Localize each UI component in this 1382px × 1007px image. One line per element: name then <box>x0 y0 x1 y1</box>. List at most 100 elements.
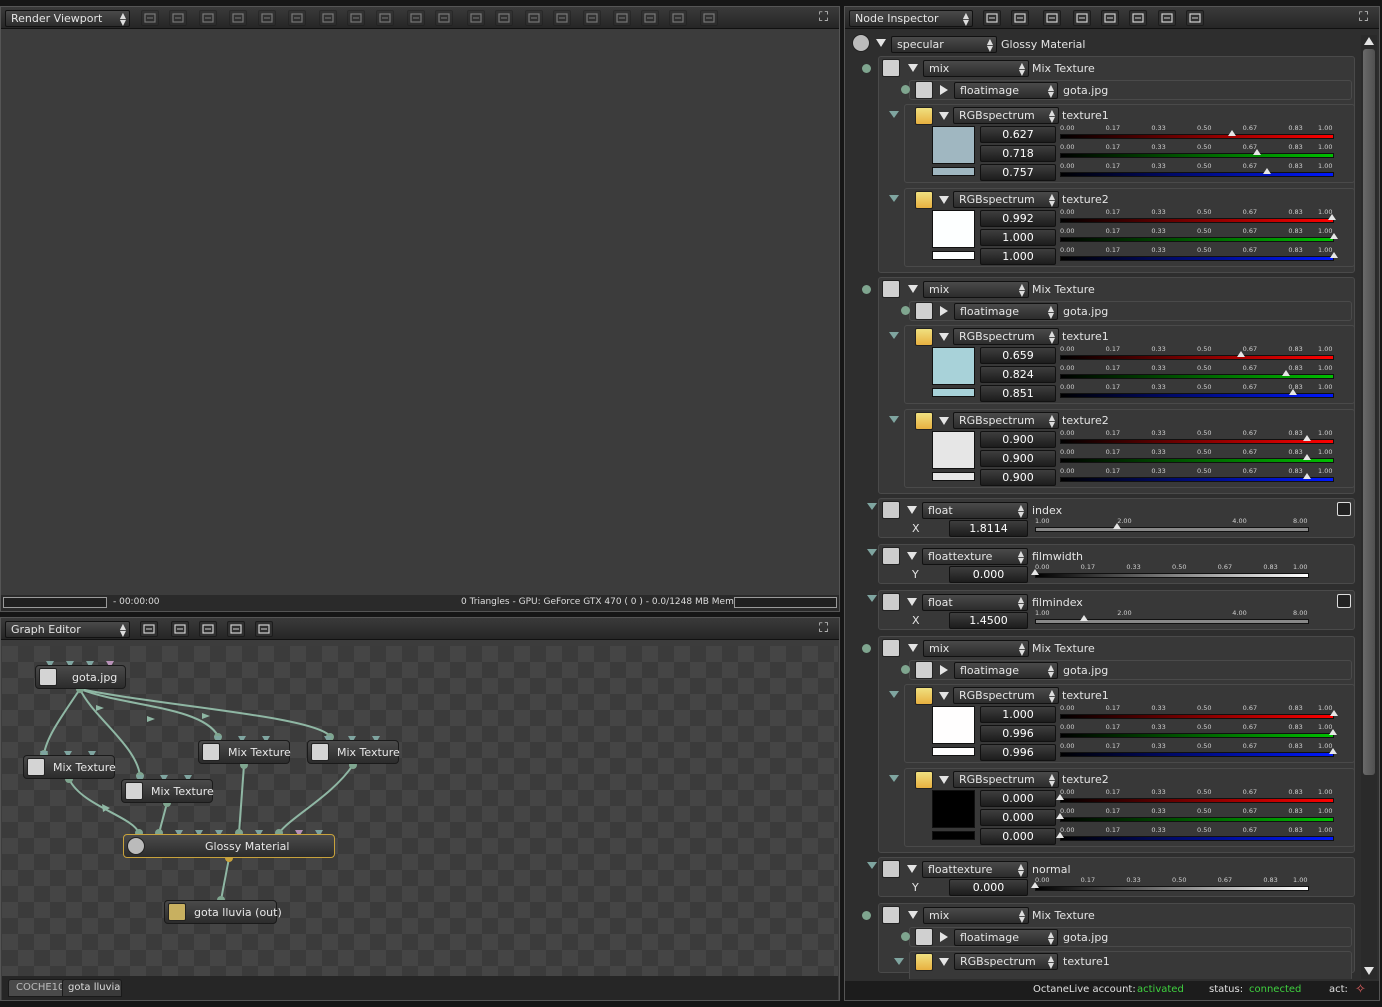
tab-gota-lluvia[interactable]: gota lluvia <box>62 979 122 997</box>
expand-triangle-icon[interactable] <box>939 958 949 966</box>
slider-handle[interactable] <box>1302 473 1311 479</box>
channel-slider[interactable]: 0.00 0.17 0.33 0.50 0.67 0.83 1.00 <box>1060 448 1334 467</box>
slider-handle[interactable] <box>1302 435 1311 441</box>
image-type-dropdown[interactable]: floatimage ▲ ▼ <box>954 662 1058 679</box>
slider-handle[interactable] <box>1056 813 1064 819</box>
texture-type-dropdown[interactable]: RGBspectrum ▲ ▼ <box>953 687 1059 704</box>
socket-dot[interactable] <box>901 665 910 674</box>
param-type-dropdown[interactable]: float ▲ ▼ <box>922 502 1028 519</box>
color-swatch[interactable] <box>932 126 975 164</box>
socket-dot[interactable] <box>862 64 871 73</box>
expand-triangle-icon[interactable] <box>876 39 886 47</box>
graph-node-mix-texture[interactable]: Mix Texture <box>121 779 214 803</box>
slider-handle[interactable] <box>1302 454 1311 460</box>
toolbar-button-icon[interactable] <box>467 10 485 26</box>
expand-triangle-icon[interactable] <box>939 333 949 341</box>
channel-slider[interactable]: 0.00 0.17 0.33 0.50 0.67 0.83 1.00 <box>1056 807 1334 826</box>
toolbar-button-icon[interactable] <box>171 621 189 637</box>
channel-slider[interactable]: 0.00 0.17 0.33 0.50 0.67 0.83 1.00 <box>1060 162 1334 181</box>
graph-node-mix-texture[interactable]: Mix Texture <box>307 740 400 764</box>
toolbar-button-icon[interactable] <box>1011 10 1029 26</box>
graph-editor-dropdown[interactable]: Graph Editor ▲ ▼ <box>5 621 130 638</box>
collapse-arrow-icon[interactable] <box>867 549 877 556</box>
socket-dot[interactable] <box>862 285 871 294</box>
channel-value-field[interactable]: 0.757 <box>980 164 1056 181</box>
toolbar-button-icon[interactable] <box>435 10 453 26</box>
toolbar-button-icon[interactable] <box>553 10 571 26</box>
inspector-scrollbar[interactable] <box>1361 35 1377 979</box>
toolbar-button-icon[interactable] <box>495 10 513 26</box>
node-inspector-dropdown[interactable]: Node Inspector ▲ ▼ <box>849 10 973 27</box>
param-value-field[interactable]: 1.8114 <box>949 520 1028 537</box>
collapse-arrow-icon[interactable] <box>867 595 877 602</box>
texture-type-dropdown[interactable]: RGBspectrum ▲ ▼ <box>953 191 1059 208</box>
slider-handle[interactable] <box>1227 130 1236 136</box>
channel-value-field[interactable]: 0.824 <box>980 366 1056 383</box>
channel-value-field[interactable]: 0.900 <box>980 450 1056 467</box>
toolbar-button-icon[interactable] <box>583 10 601 26</box>
expand-triangle-icon[interactable] <box>907 506 917 514</box>
slider-handle[interactable] <box>1031 569 1039 575</box>
graph-node-glossy-material[interactable]: Glossy Material <box>123 834 335 858</box>
collapse-arrow-icon[interactable] <box>889 332 899 339</box>
collapse-arrow-icon[interactable] <box>889 111 899 118</box>
slider-handle[interactable] <box>1330 252 1338 258</box>
color-swatch[interactable] <box>932 706 975 744</box>
param-slider[interactable]: 1.00 2.00 4.00 8.00 <box>1035 517 1309 536</box>
fullscreen-icon[interactable]: ⛶ <box>819 11 833 26</box>
fullscreen-icon[interactable]: ⛶ <box>819 622 833 637</box>
curve-icon[interactable] <box>1337 502 1351 516</box>
channel-value-field[interactable]: 1.000 <box>980 248 1056 265</box>
channel-slider[interactable]: 0.00 0.17 0.33 0.50 0.67 0.83 1.00 <box>1060 143 1334 162</box>
toolbar-button-icon[interactable] <box>669 10 687 26</box>
expand-triangle-icon[interactable] <box>908 644 918 652</box>
scrollbar-thumb[interactable] <box>1363 49 1375 775</box>
toolbar-button-icon[interactable] <box>983 10 1001 26</box>
channel-slider[interactable]: 0.00 0.17 0.33 0.50 0.67 0.83 1.00 <box>1056 826 1334 845</box>
scroll-up-icon[interactable] <box>1364 37 1374 45</box>
collapse-triangle-icon[interactable] <box>940 306 948 316</box>
slider-handle[interactable] <box>1330 710 1338 716</box>
graph-node-output[interactable]: gota lluvia (out) <box>164 900 282 924</box>
expand-triangle-icon[interactable] <box>908 64 918 72</box>
channel-slider[interactable]: 0.00 0.17 0.33 0.50 0.67 0.83 1.00 <box>1060 124 1334 143</box>
param-type-dropdown[interactable]: floattexture ▲ ▼ <box>922 861 1028 878</box>
expand-triangle-icon[interactable] <box>908 911 918 919</box>
channel-slider[interactable]: 0.00 0.17 0.33 0.50 0.67 0.83 1.00 <box>1056 788 1334 807</box>
channel-value-field[interactable]: 0.996 <box>980 744 1056 761</box>
channel-value-field[interactable]: 1.000 <box>980 229 1056 246</box>
socket-dot[interactable] <box>901 85 910 94</box>
param-slider[interactable]: 1.00 2.00 4.00 8.00 <box>1035 609 1309 628</box>
graph-node-mix-texture[interactable]: Mix Texture <box>23 755 116 779</box>
node-type-dropdown[interactable]: mix ▲ ▼ <box>923 60 1029 77</box>
collapse-arrow-icon[interactable] <box>889 775 899 782</box>
toolbar-button-icon[interactable] <box>258 10 276 26</box>
toolbar-button-icon[interactable] <box>1158 10 1176 26</box>
channel-value-field[interactable]: 0.718 <box>980 145 1056 162</box>
socket-dot[interactable] <box>862 911 871 920</box>
render-viewport-dropdown[interactable]: Render Viewport ▲ ▼ <box>5 10 130 27</box>
slider-handle[interactable] <box>1289 389 1298 395</box>
node-type-dropdown[interactable]: mix ▲ ▼ <box>923 281 1029 298</box>
toolbar-button-icon[interactable] <box>1073 10 1091 26</box>
channel-slider[interactable]: 0.00 0.17 0.33 0.50 0.67 0.83 1.00 <box>1060 246 1338 265</box>
param-value-field[interactable]: 1.4500 <box>949 612 1028 629</box>
graph-node-mix-texture[interactable]: Mix Texture <box>198 740 291 764</box>
toolbar-button-icon[interactable] <box>199 10 217 26</box>
slider-handle[interactable] <box>1327 214 1336 220</box>
toolbar-button-icon[interactable] <box>1101 10 1119 26</box>
texture-type-dropdown[interactable]: RGBspectrum ▲ ▼ <box>953 771 1059 788</box>
expand-triangle-icon[interactable] <box>939 417 949 425</box>
slider-handle[interactable] <box>1236 351 1245 357</box>
channel-slider[interactable]: 0.00 0.17 0.33 0.50 0.67 0.83 1.00 <box>1060 723 1337 742</box>
collapse-arrow-icon[interactable] <box>889 691 899 698</box>
slider-handle[interactable] <box>1281 370 1290 376</box>
texture-type-dropdown[interactable]: RGBspectrum ▲ ▼ <box>953 328 1059 345</box>
slider-handle[interactable] <box>1328 729 1337 735</box>
color-swatch[interactable] <box>932 790 975 828</box>
image-type-dropdown[interactable]: floatimage ▲ ▼ <box>954 82 1058 99</box>
slider-handle[interactable] <box>1080 615 1089 621</box>
expand-triangle-icon[interactable] <box>907 552 917 560</box>
toolbar-button-icon[interactable] <box>1186 10 1204 26</box>
color-swatch[interactable] <box>932 210 975 248</box>
